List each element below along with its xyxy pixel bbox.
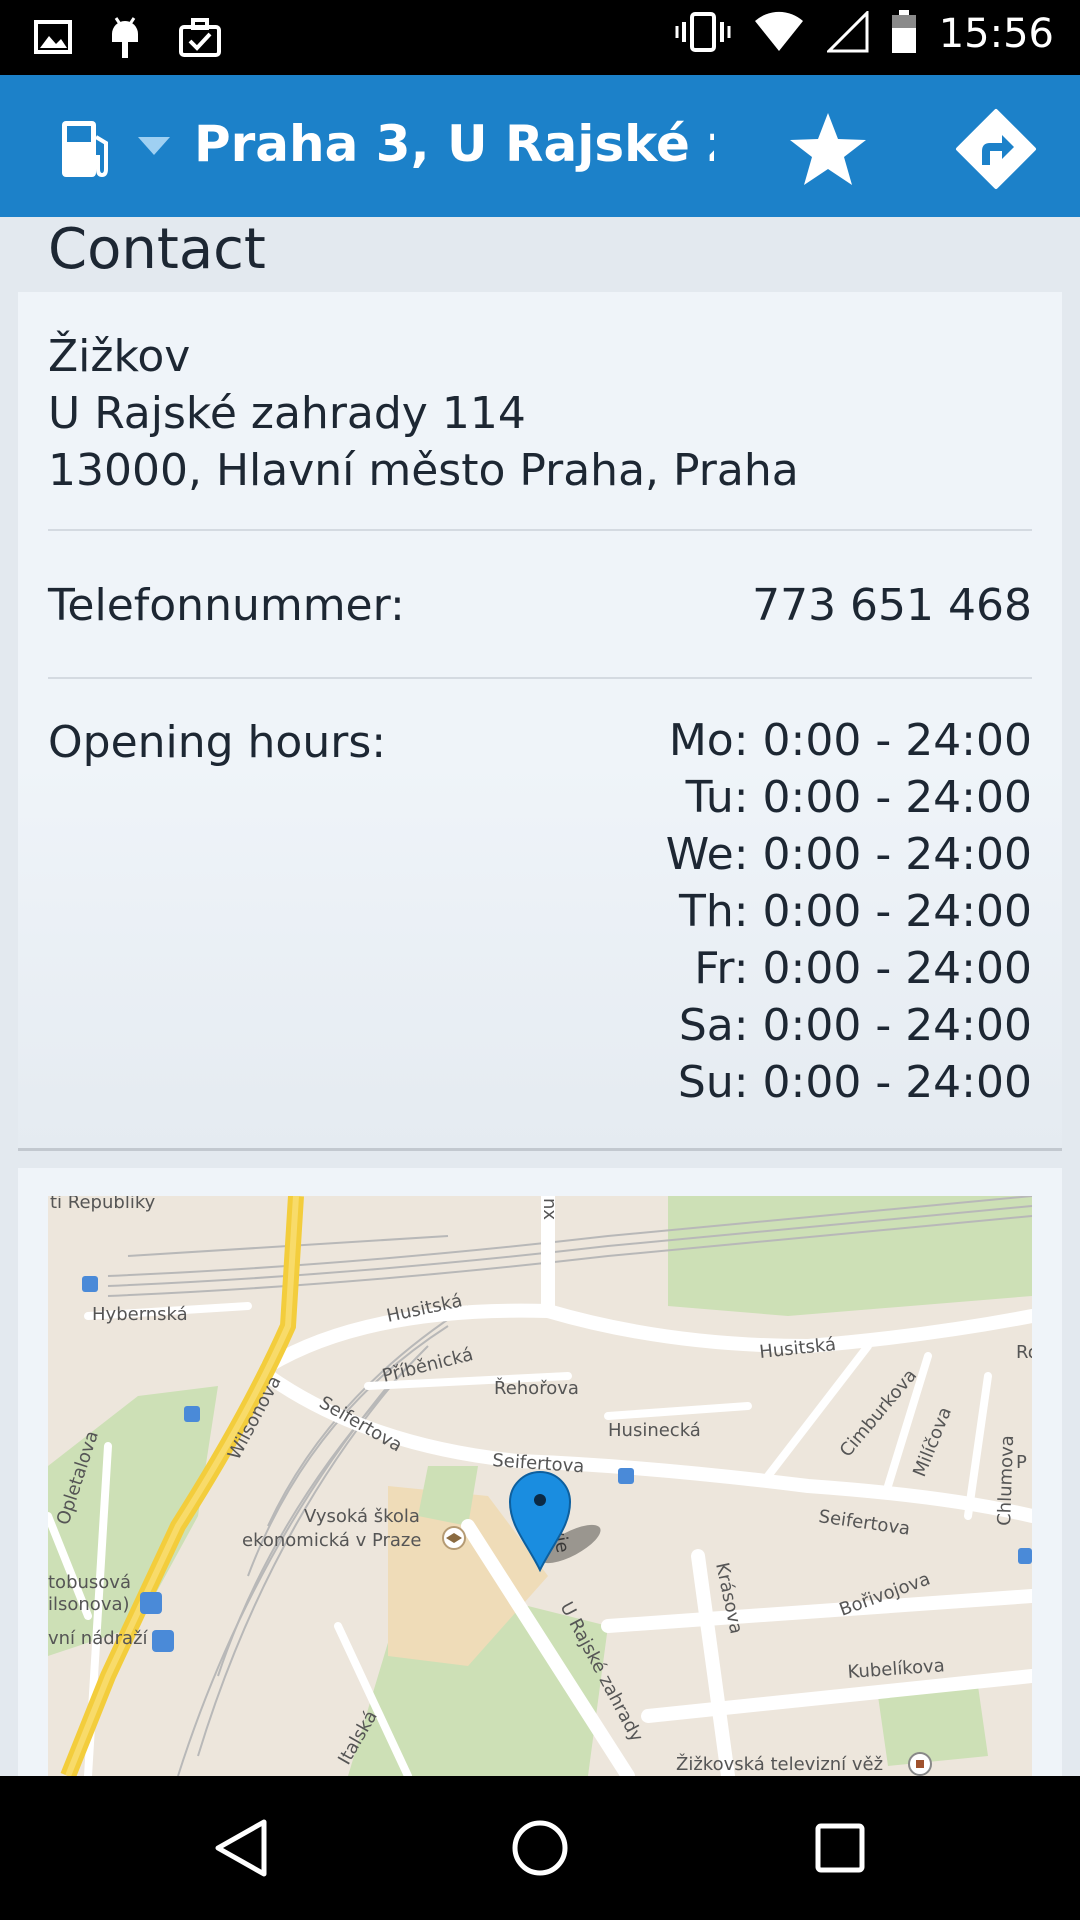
hours-row-th: Th: 0:00 - 24:00: [678, 886, 1032, 937]
tram-stop-icon: [618, 1468, 634, 1484]
section-title: Contact: [48, 217, 266, 282]
train-station-icon: [152, 1630, 174, 1652]
hours-row-tu: Tu: 0:00 - 24:00: [685, 772, 1032, 823]
directions-button[interactable]: [954, 107, 1038, 191]
star-icon: [786, 113, 870, 195]
opening-hours-label: Opening hours:: [48, 717, 387, 768]
task-notification-icon: [178, 17, 222, 61]
tower-icon: [908, 1752, 932, 1776]
map-label: ekonomická v Praze: [242, 1530, 421, 1551]
app-bar: Praha 3, U Rajské z…: [0, 75, 1080, 217]
gallery-notification-icon: [34, 20, 72, 58]
tram-stop-icon: [1018, 1548, 1032, 1564]
directions-icon: [954, 109, 1038, 195]
section-header: Contact: [0, 217, 1080, 292]
map-label: tobusová: [48, 1572, 131, 1593]
map-label: P: [1016, 1452, 1027, 1473]
map-label: Ro: [1016, 1342, 1032, 1363]
contact-card: Žižkov U Rajské zahrady 114 13000, Hlavn…: [18, 292, 1062, 1151]
tram-stop-icon: [184, 1406, 200, 1422]
map-label: ilsonova): [48, 1594, 130, 1615]
map-label: Hybernská: [92, 1304, 188, 1325]
map-label: vní nádraží: [48, 1628, 149, 1649]
hours-row-fr: Fr: 0:00 - 24:00: [694, 943, 1032, 994]
home-icon: [508, 1820, 572, 1884]
hours-row-we: We: 0:00 - 24:00: [665, 829, 1032, 880]
wifi-icon: [753, 11, 805, 57]
page-title[interactable]: Praha 3, U Rajské z…: [194, 115, 714, 173]
opening-hours-list: Mo: 0:00 - 24:00 Tu: 0:00 - 24:00 We: 0:…: [666, 712, 1032, 1111]
map-card: ti Republiky Hybernská Husitská Husitská…: [18, 1168, 1062, 1808]
address-street: U Rajské zahrady 114: [48, 388, 526, 439]
back-button[interactable]: [210, 1816, 274, 1880]
map-label: Husinecká: [608, 1420, 701, 1441]
battery-icon: [891, 10, 917, 58]
map-view[interactable]: ti Republiky Hybernská Husitská Husitská…: [48, 1196, 1032, 1776]
address-district: Žižkov: [48, 331, 191, 382]
map-label: Žižkovská televizní věž: [676, 1753, 883, 1775]
fuel-pump-icon[interactable]: [58, 115, 114, 185]
phone-label: Telefonnummer:: [48, 580, 405, 631]
home-button[interactable]: [508, 1816, 572, 1880]
clock: 15:56: [938, 11, 1054, 57]
back-icon: [210, 1819, 274, 1884]
favorite-button[interactable]: [786, 107, 870, 191]
university-icon: [442, 1526, 466, 1550]
phone-value[interactable]: 773 651 468: [752, 580, 1032, 631]
cell-signal-icon: [825, 9, 869, 57]
recents-icon: [808, 1823, 872, 1884]
divider: [48, 677, 1032, 679]
chevron-down-icon[interactable]: [138, 137, 170, 161]
map-label: Chlumova: [994, 1435, 1018, 1526]
divider: [48, 529, 1032, 531]
bus-station-icon: [140, 1592, 162, 1614]
address-city: 13000, Hlavní město Praha, Praha: [48, 445, 799, 496]
map-label: nx: [539, 1198, 560, 1220]
hours-row-su: Su: 0:00 - 24:00: [677, 1057, 1032, 1108]
tram-stop-icon: [82, 1276, 98, 1292]
map-label: ti Republiky: [50, 1196, 156, 1213]
map-label: Vysoká škola: [304, 1506, 420, 1527]
address-block: Žižkov U Rajské zahrady 114 13000, Hlavn…: [48, 328, 799, 499]
android-notification-icon: [108, 14, 142, 64]
hours-row-sa: Sa: 0:00 - 24:00: [678, 1000, 1032, 1051]
status-bar: 15:56: [0, 0, 1080, 75]
navigation-bar: [0, 1776, 1080, 1920]
recents-button[interactable]: [808, 1816, 872, 1880]
vibrate-icon: [675, 10, 731, 58]
hours-row-mo: Mo: 0:00 - 24:00: [668, 715, 1032, 766]
map-label: Řehořova: [494, 1377, 579, 1399]
